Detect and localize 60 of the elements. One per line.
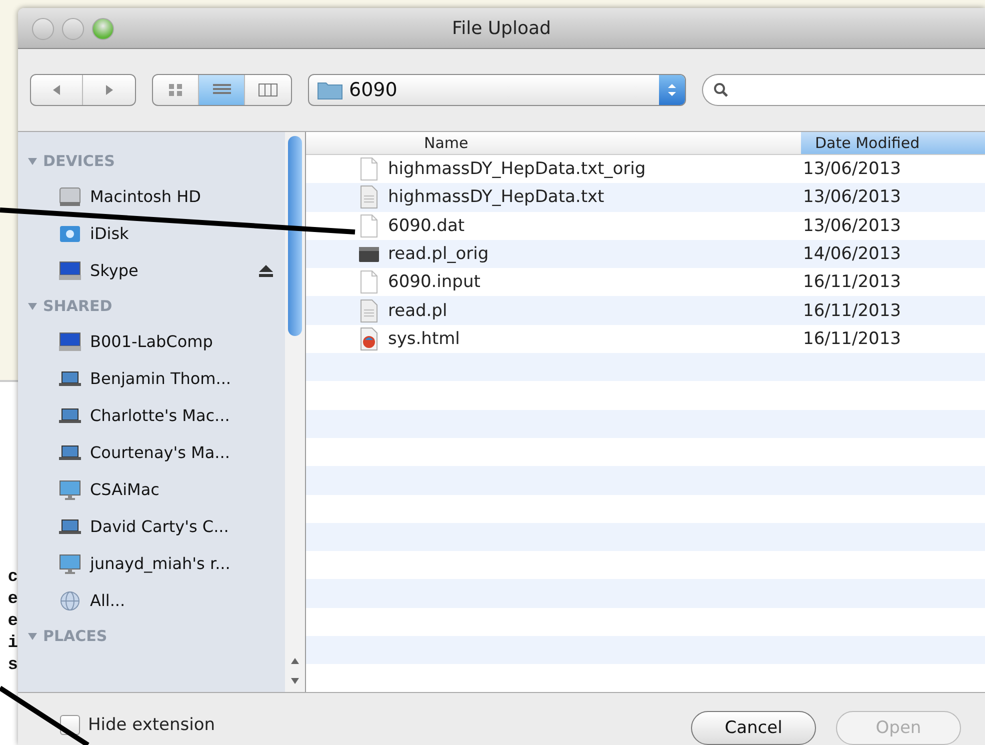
sidebar-item[interactable]: CSAiMac bbox=[18, 471, 285, 508]
list-icon bbox=[212, 83, 232, 97]
disclosure-triangle-icon bbox=[28, 632, 37, 640]
document-icon bbox=[358, 157, 380, 182]
page-text-fragment: c bbox=[8, 567, 18, 589]
text-file-icon bbox=[358, 298, 380, 323]
document-icon bbox=[358, 214, 380, 238]
disclosure-triangle-icon bbox=[28, 302, 37, 310]
page-text-fragment: e bbox=[8, 611, 18, 633]
scroll-down-arrow-icon[interactable] bbox=[290, 676, 300, 686]
page-text-fragment: i bbox=[8, 633, 18, 655]
document-icon bbox=[358, 270, 380, 294]
sidebar-item[interactable]: Courtenay's Ma... bbox=[18, 434, 285, 471]
hard-drive-icon bbox=[58, 186, 82, 208]
desktop-computer-icon bbox=[58, 552, 82, 574]
sidebar-item[interactable]: All... bbox=[18, 582, 285, 619]
folder-dropdown[interactable]: 6090 bbox=[308, 74, 686, 106]
file-row[interactable]: highmassDY_HepData.txt_orig 13/06/2013 bbox=[306, 155, 985, 184]
search-icon bbox=[713, 82, 729, 98]
page-text-fragment: s bbox=[8, 655, 18, 677]
sidebar-item[interactable]: junayd_miah's r... bbox=[18, 545, 285, 582]
left-arrow-icon bbox=[50, 84, 62, 96]
file-row[interactable]: 6090.dat 13/06/2013 bbox=[306, 212, 985, 240]
cancel-button[interactable]: Cancel bbox=[691, 711, 816, 745]
sidebar-item[interactable]: iDisk bbox=[18, 215, 285, 252]
sidebar-item[interactable]: Skype bbox=[18, 252, 285, 289]
close-button[interactable] bbox=[32, 18, 54, 40]
globe-icon bbox=[58, 590, 82, 612]
column-header[interactable]: Date Modified bbox=[801, 132, 985, 154]
minimize-button[interactable] bbox=[62, 18, 84, 40]
hide-extension-checkbox[interactable]: Hide extension bbox=[60, 715, 216, 735]
column-header[interactable]: Name bbox=[306, 132, 801, 154]
file-row[interactable]: highmassDY_HepData.txt 13/06/2013 bbox=[306, 183, 985, 212]
sidebar-item[interactable]: B001-LabComp bbox=[18, 323, 285, 360]
file-row[interactable]: read.pl 16/11/2013 bbox=[306, 296, 985, 325]
sidebar-item[interactable]: David Carty's C... bbox=[18, 508, 285, 545]
text-file-icon bbox=[358, 185, 380, 210]
up-down-arrows-icon bbox=[667, 82, 677, 98]
columns-icon bbox=[258, 83, 278, 97]
zoom-button[interactable] bbox=[92, 18, 114, 40]
sidebar-item[interactable]: Benjamin Thom... bbox=[18, 360, 285, 397]
desktop-computer-icon bbox=[58, 478, 82, 500]
scrollbar[interactable] bbox=[285, 132, 305, 692]
page-text-fragment: e bbox=[8, 589, 18, 611]
right-arrow-icon bbox=[103, 84, 115, 96]
window-title: File Upload bbox=[452, 18, 551, 38]
folder-icon bbox=[317, 80, 343, 100]
sidebar-item[interactable]: Charlotte's Mac... bbox=[18, 397, 285, 434]
file-row[interactable]: 6090.input 16/11/2013 bbox=[306, 268, 985, 296]
scroll-up-arrow-icon[interactable] bbox=[290, 656, 300, 666]
web-file-icon bbox=[358, 326, 380, 351]
disclosure-triangle-icon bbox=[28, 156, 37, 166]
eject-icon[interactable] bbox=[259, 264, 273, 276]
monitor-icon bbox=[58, 330, 82, 352]
grid-icon bbox=[168, 83, 184, 97]
search-field[interactable] bbox=[702, 74, 985, 106]
monitor-icon bbox=[58, 260, 82, 282]
list-view-button[interactable] bbox=[199, 75, 245, 105]
sidebar-item[interactable]: Macintosh HD bbox=[18, 178, 285, 215]
file-row[interactable]: read.pl_orig 14/06/2013 bbox=[306, 240, 985, 268]
